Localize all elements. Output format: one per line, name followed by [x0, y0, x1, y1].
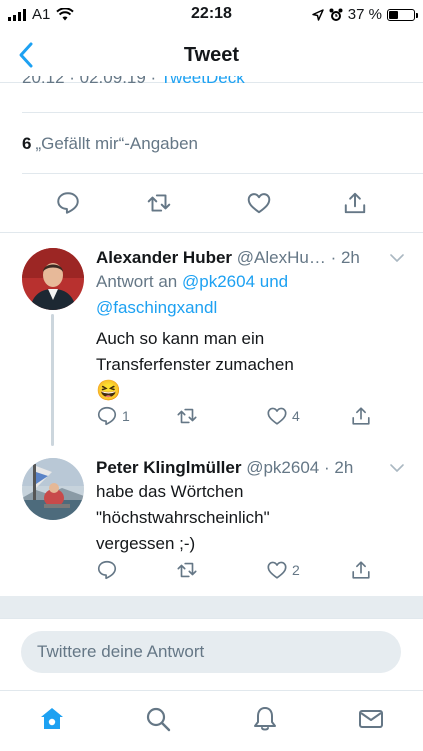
tweet-text-line: Auch so kann man ein [96, 329, 265, 348]
reply-tweet[interactable]: Peter Klinglmüller @pk2604 · 2h habe das… [0, 444, 423, 596]
tab-bar [0, 690, 423, 751]
likes-label: „Gefällt mir“-Angaben [35, 134, 198, 153]
reply-composer: Twittere deine Antwort [0, 618, 423, 689]
tweet-datetime: 20:12 · 02.09.19 · [22, 76, 161, 87]
search-icon[interactable] [144, 705, 172, 733]
retweet-icon[interactable] [146, 190, 172, 216]
status-bar: A1 22:18 37 % [0, 0, 423, 30]
like-button[interactable]: 4 [266, 405, 300, 427]
tweet-time: · 2h [330, 248, 360, 267]
author-name[interactable]: Peter Klinglmüller [96, 458, 241, 477]
home-icon[interactable] [38, 705, 66, 733]
reply-to-and: und [259, 272, 289, 291]
retweet-icon [177, 562, 197, 578]
tweet-time: · 2h [323, 458, 354, 477]
like-count: 4 [292, 408, 300, 424]
alarm-icon [329, 8, 343, 21]
reply-tweet[interactable]: Alexander Huber @AlexHu… · 2h Antwort an… [0, 232, 423, 446]
reply-icon [97, 560, 117, 580]
page-title: Tweet [183, 44, 240, 66]
share-button[interactable] [350, 405, 372, 427]
reply-to-prefix: Antwort an [96, 272, 178, 291]
tweet-text-line: Transferfenster zumachen [96, 355, 294, 374]
tweet-timestamp: 20:12 · 02.09.19 · TweetDeck [22, 76, 402, 92]
tweet-action-bar [0, 174, 423, 233]
emoji: 😆 [96, 380, 121, 402]
reply-input[interactable]: Twittere deine Antwort [21, 631, 401, 673]
retweet-button[interactable] [176, 405, 198, 427]
tweet-header: Peter Klinglmüller @pk2604 · 2h [96, 458, 406, 478]
reply-action-bar: 1 4 [96, 405, 396, 429]
mail-icon[interactable] [357, 705, 385, 733]
chevron-down-icon[interactable] [389, 250, 405, 266]
tweet-client-link[interactable]: TweetDeck [161, 76, 245, 87]
section-separator [0, 596, 423, 618]
author-name[interactable]: Alexander Huber [96, 248, 232, 267]
retweet-icon [177, 408, 197, 424]
reply-button[interactable]: 1 [96, 405, 130, 427]
like-button[interactable]: 2 [266, 559, 300, 581]
likes-summary[interactable]: 6 „Gefällt mir“-Angaben [22, 112, 423, 174]
tweet-text-line: vergessen ;-) [96, 534, 196, 553]
heart-icon[interactable] [246, 190, 272, 216]
share-icon [352, 561, 370, 579]
avatar[interactable] [22, 248, 84, 310]
avatar[interactable] [22, 458, 84, 520]
share-icon [352, 407, 370, 425]
battery-percent: 37 % [347, 6, 382, 23]
reply-icon [97, 406, 117, 426]
author-handle[interactable]: @pk2604 [246, 458, 319, 477]
tweet-text: habe das Wörtchen "höchstwahrscheinlich"… [96, 479, 406, 557]
thread-connector [51, 314, 54, 446]
heart-icon [267, 561, 287, 579]
mention-link[interactable]: @pk2604 [182, 272, 255, 291]
share-icon[interactable] [342, 190, 368, 216]
battery-icon [387, 8, 418, 21]
tweet-header: Alexander Huber @AlexHu… · 2h [96, 248, 406, 268]
retweet-button[interactable] [176, 559, 198, 581]
likes-count: 6 [22, 134, 32, 153]
mention-link[interactable]: @faschingxandl [96, 298, 217, 317]
tweet-text: Auch so kann man ein Transferfenster zum… [96, 326, 406, 405]
tweet-text-line: habe das Wörtchen [96, 482, 244, 501]
status-right: 37 % [312, 6, 418, 23]
reply-icon[interactable] [55, 190, 81, 216]
bell-icon[interactable] [251, 705, 279, 733]
reply-button[interactable] [96, 559, 122, 581]
tweet-text-line: "höchstwahrscheinlich" [96, 508, 270, 527]
reply-to-line: Antwort an @pk2604 und @faschingxandl [96, 269, 406, 321]
heart-icon [267, 407, 287, 425]
author-handle[interactable]: @AlexHu… [237, 248, 326, 267]
reply-count: 1 [122, 408, 130, 424]
reply-action-bar: 2 [96, 559, 396, 583]
share-button[interactable] [350, 559, 372, 581]
chevron-down-icon[interactable] [389, 460, 405, 476]
location-arrow-icon [312, 8, 324, 21]
like-count: 2 [292, 562, 300, 578]
